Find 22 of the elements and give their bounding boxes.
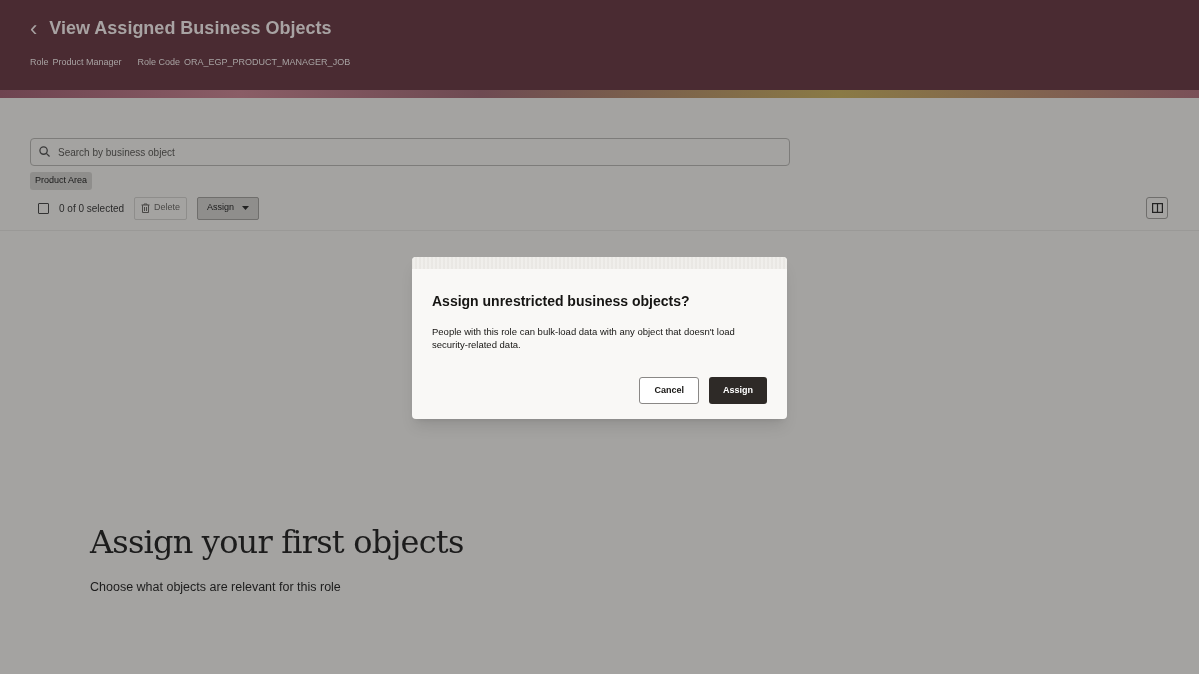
empty-state-subtitle: Choose what objects are relevant for this role (90, 579, 341, 596)
filter-chip[interactable]: Product Area (30, 172, 93, 190)
columns-toggle-button[interactable] (1146, 197, 1168, 219)
page-title: View Assigned Business Objects (49, 17, 332, 40)
role-code-value: ORA_EGP_PRODUCT_MANAGER_JOB (184, 56, 351, 69)
selection-count: 0 of 0 selected (59, 201, 125, 216)
assign-dropdown-button[interactable]: Assign (197, 196, 260, 220)
select-all-checkbox[interactable] (38, 202, 49, 214)
columns-icon (1151, 203, 1163, 213)
cancel-button[interactable]: Cancel (639, 377, 699, 404)
role-label: Role (30, 56, 49, 69)
search-icon (39, 146, 50, 157)
trash-icon (141, 203, 151, 213)
dialog-title: Assign unrestricted business objects? (432, 292, 691, 311)
back-button[interactable]: ‹ (30, 17, 38, 40)
search-field[interactable]: Search by business object (30, 138, 790, 166)
role-value: Product Manager (52, 56, 122, 69)
dialog-message: People with this role can bulk-load data with any object that doesn't load security-related data. (432, 325, 736, 351)
empty-state-title: Assign your first objects (90, 522, 464, 563)
caret-icon (242, 206, 250, 210)
role-code-label: Role Code (137, 56, 181, 69)
assign-button[interactable]: Assign (709, 377, 767, 404)
